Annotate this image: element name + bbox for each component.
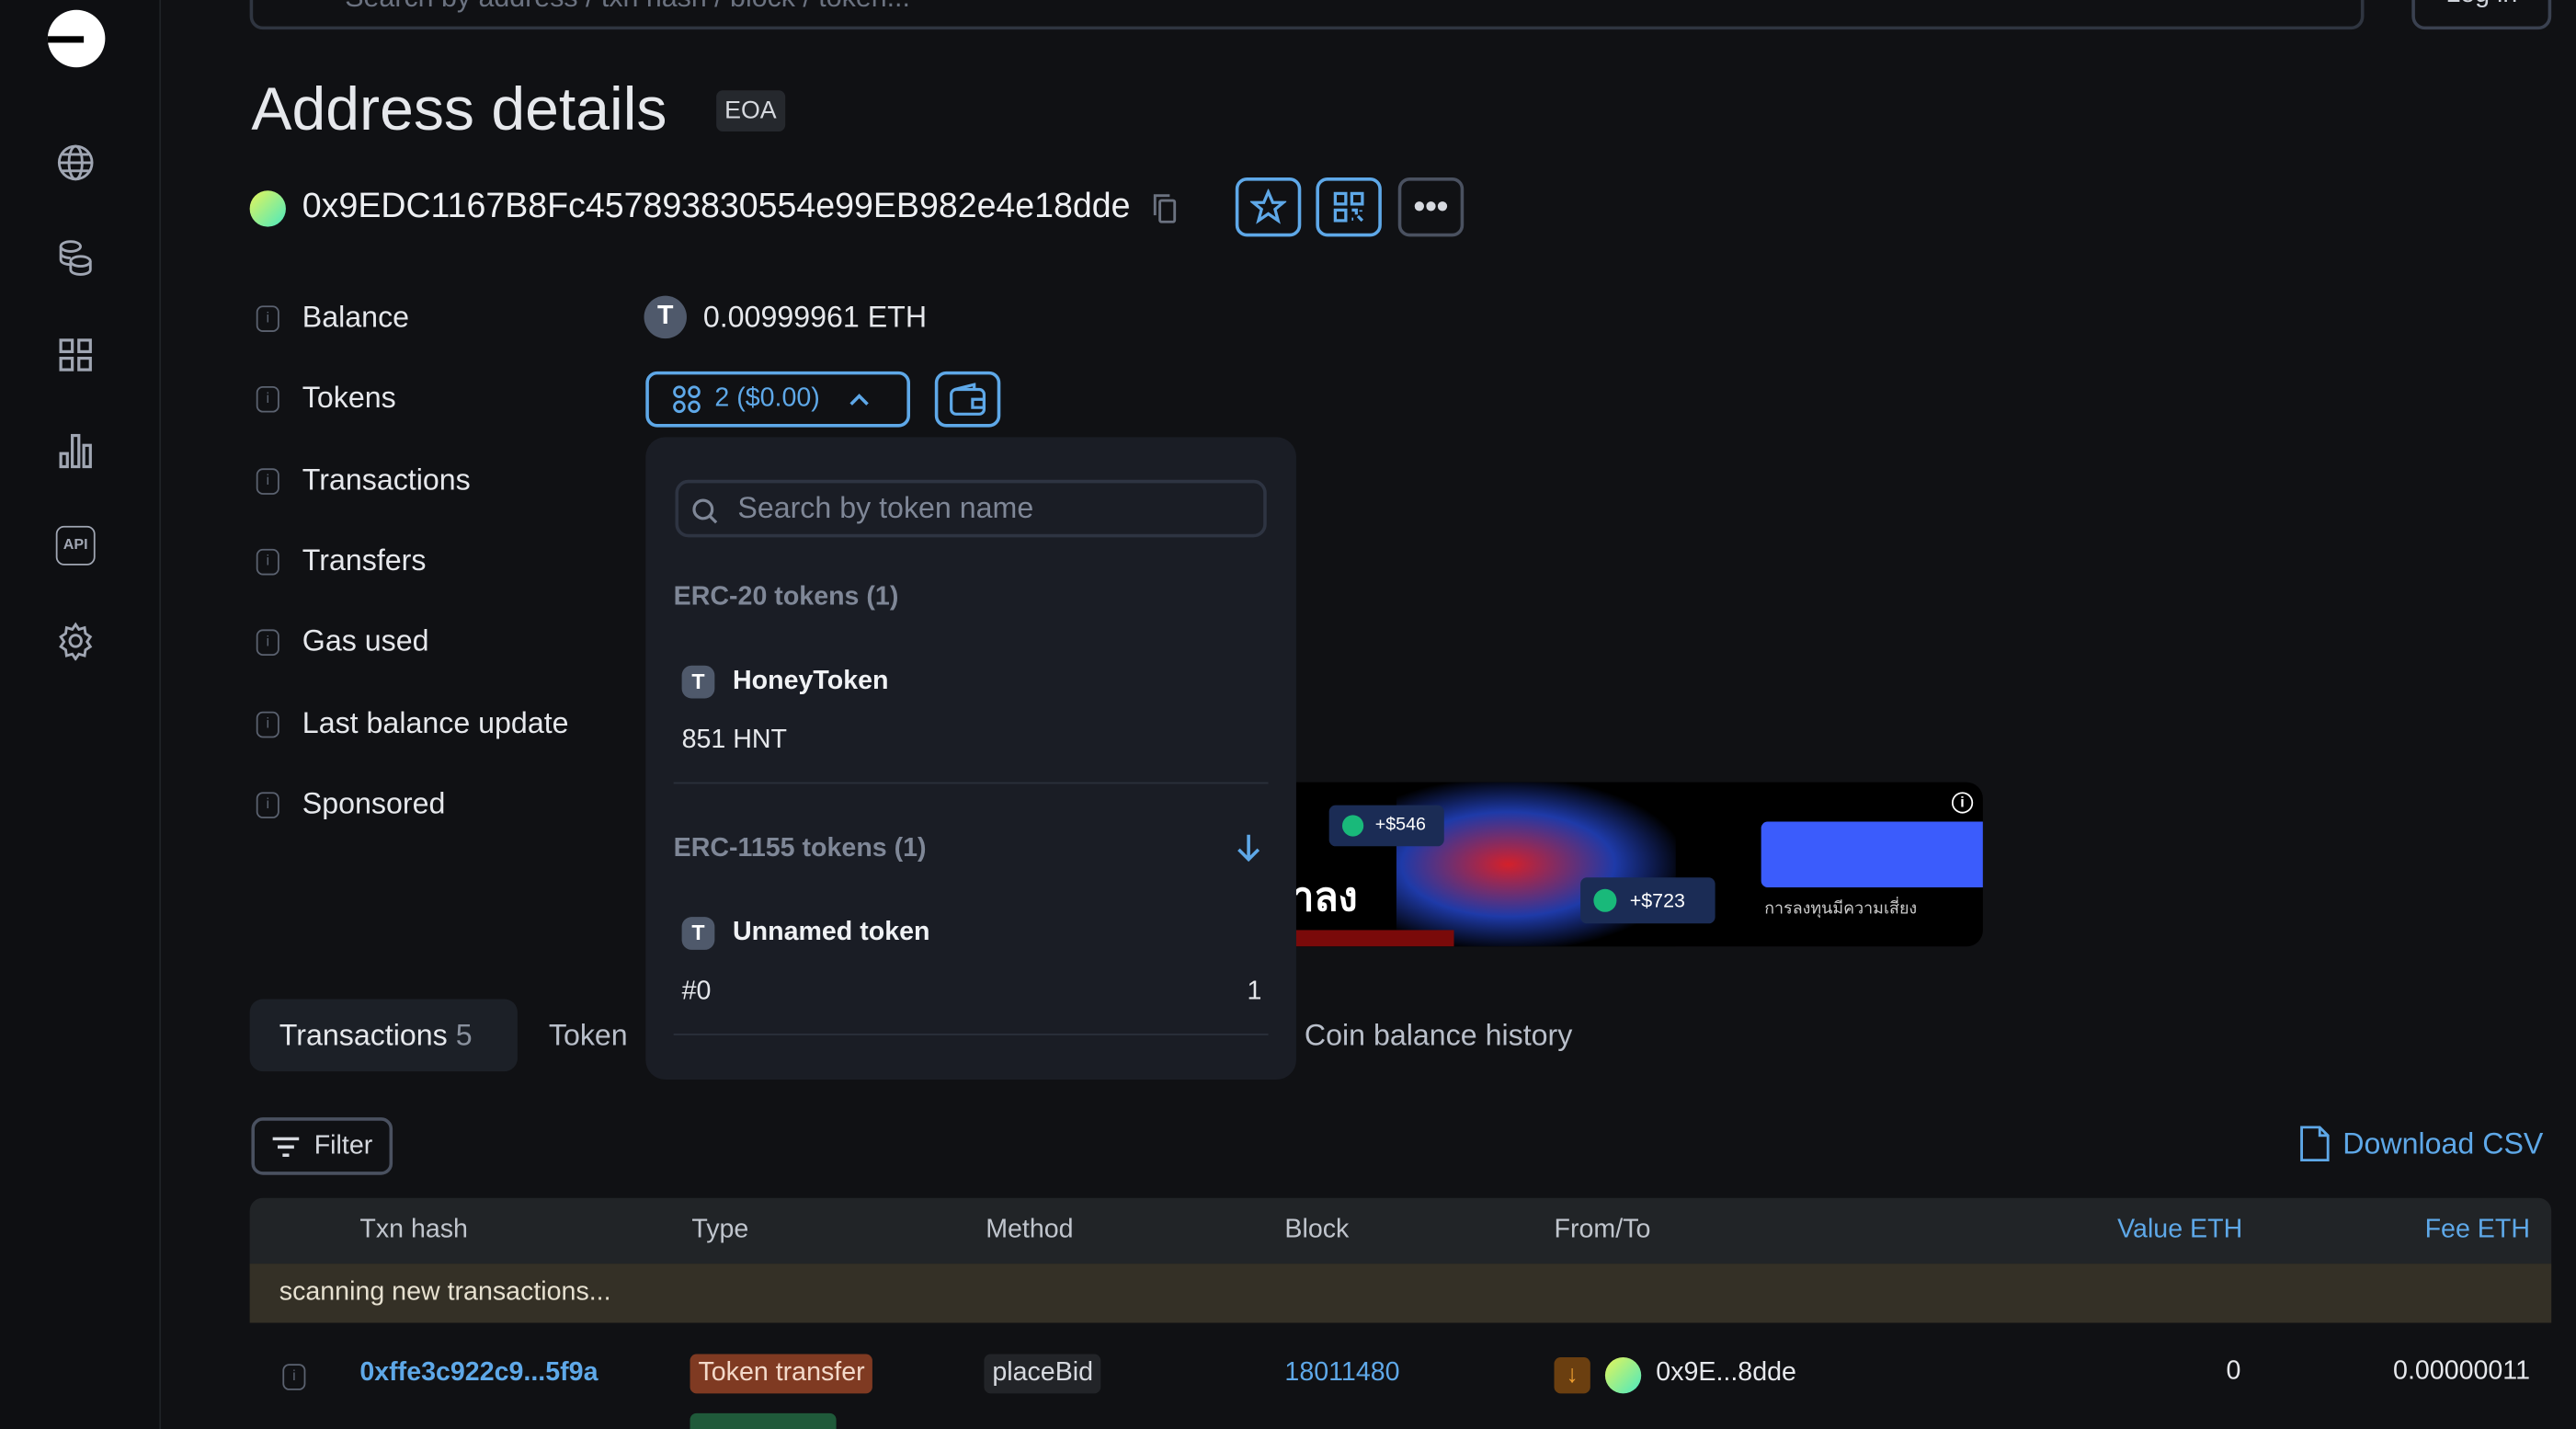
eoa-badge: EOA: [716, 90, 785, 131]
tab-token-transfers[interactable]: Token: [549, 999, 628, 1071]
info-icon[interactable]: i: [256, 468, 279, 495]
search-input[interactable]: Search by address / txn hash / block / t…: [249, 0, 2365, 30]
type-badge: Token transfer: [690, 1354, 873, 1394]
token-name[interactable]: HoneyToken: [733, 668, 888, 697]
search-icon: [692, 498, 718, 524]
balance-value: 0.00999961 ETH: [702, 301, 928, 334]
chart-graphic: [1289, 930, 1454, 947]
address-avatar: [1604, 1357, 1642, 1394]
ad-cta-button[interactable]: [1761, 821, 1983, 887]
info-icon[interactable]: i: [256, 629, 279, 657]
filter-icon: [273, 1136, 300, 1157]
watchlist-star-button[interactable]: [1235, 177, 1302, 237]
value-eth: 0: [2226, 1357, 2241, 1386]
eth-token-icon: T: [644, 295, 687, 339]
info-icon[interactable]: i: [256, 711, 279, 738]
status-badge: [690, 1412, 837, 1429]
star-icon: [1249, 189, 1287, 224]
divider: [673, 782, 1269, 784]
token-name[interactable]: Unnamed token: [733, 919, 929, 948]
token-id: #0: [681, 977, 712, 1006]
scanning-notice: scanning new transactions...: [249, 1263, 2552, 1323]
token-icon: T: [681, 665, 715, 699]
tokens-dropdown-button[interactable]: 2 ($0.00): [645, 371, 910, 428]
tokens-dropdown: Search by token name ERC-20 tokens (1) T…: [645, 437, 1296, 1080]
tokens-icon: [673, 385, 701, 414]
wallet-button[interactable]: [934, 371, 1001, 428]
divider: [673, 1034, 1269, 1035]
fee-eth: 0.00000011: [2393, 1357, 2530, 1386]
address-avatar: [249, 190, 286, 227]
column-value-eth[interactable]: Value ETH: [2117, 1216, 2242, 1245]
erc1155-header: ERC-1155 tokens (1): [673, 834, 927, 863]
api-icon[interactable]: API: [55, 525, 96, 566]
label-sponsored: Sponsored: [302, 786, 446, 820]
ellipsis-icon: •••: [1413, 188, 1449, 224]
method-badge: placeBid: [984, 1354, 1101, 1394]
info-icon[interactable]: i: [256, 792, 279, 818]
column-from-to: From/To: [1554, 1216, 1651, 1244]
token-amount: 851 HNT: [681, 726, 788, 755]
ad-disclaimer: การลงทุนมีความเสี่ยง: [1764, 900, 1918, 919]
column-txn-hash: Txn hash: [359, 1216, 468, 1244]
address-hash: 0x9EDC1167B8Fc457893830554e99EB982e4e18d…: [302, 187, 1131, 225]
label-tokens: Tokens: [302, 381, 396, 415]
login-button[interactable]: Log in: [2411, 0, 2552, 30]
label-balance: Balance: [302, 301, 410, 334]
qr-code-icon: [1333, 191, 1364, 223]
qr-code-button[interactable]: [1316, 177, 1382, 237]
tab-coin-balance-history[interactable]: Coin balance history: [1305, 999, 1572, 1071]
coins-icon[interactable]: [56, 238, 96, 278]
tokens-count: 2 ($0.00): [714, 384, 820, 413]
from-to-address[interactable]: 0x9E...8dde: [1656, 1359, 1796, 1389]
filter-button[interactable]: Filter: [251, 1117, 393, 1175]
label-transfers: Transfers: [302, 543, 427, 577]
erc20-header: ERC-20 tokens (1): [673, 583, 899, 612]
label-transactions: Transactions: [302, 463, 471, 497]
gear-icon[interactable]: [56, 621, 96, 661]
globe-icon[interactable]: [56, 143, 96, 182]
column-fee-eth[interactable]: Fee ETH: [2425, 1216, 2530, 1245]
info-icon[interactable]: i: [282, 1364, 306, 1390]
table-header: Txn hash Type Method Block From/To Value…: [249, 1197, 2552, 1264]
info-icon[interactable]: i: [256, 548, 279, 576]
block-link[interactable]: 18011480: [1284, 1359, 1399, 1389]
logo[interactable]: [47, 9, 106, 68]
token-amount: 1: [1247, 977, 1262, 1006]
info-icon[interactable]: i: [256, 305, 279, 332]
info-icon[interactable]: i: [256, 385, 279, 413]
column-type: Type: [691, 1216, 749, 1244]
chevron-up-icon: [849, 394, 869, 406]
txn-hash-link[interactable]: 0xffe3c922c9...5f9a: [359, 1359, 598, 1389]
page-title: Address details: [251, 75, 667, 143]
wallet-icon: [950, 383, 986, 416]
arrow-down-icon[interactable]: [1236, 833, 1262, 863]
column-block: Block: [1284, 1216, 1350, 1244]
ad-info-icon[interactable]: i: [1951, 792, 1974, 814]
incoming-arrow-icon: ↓: [1554, 1357, 1590, 1394]
token-search-input[interactable]: Search by token name: [675, 479, 1267, 538]
tab-transactions[interactable]: Transactions 5: [249, 999, 518, 1072]
apps-grid-icon[interactable]: [56, 336, 96, 375]
label-gas-used: Gas used: [302, 624, 429, 657]
more-options-button[interactable]: •••: [1397, 177, 1465, 237]
copy-icon[interactable]: [1153, 194, 1177, 223]
token-icon: T: [681, 917, 715, 950]
bar-chart-icon[interactable]: [56, 430, 96, 470]
sidebar: API: [0, 0, 162, 1429]
csv-file-icon: [2300, 1126, 2330, 1162]
ad-chip: +$723: [1580, 877, 1715, 924]
ad-chip: +$546: [1328, 805, 1444, 847]
download-csv-button[interactable]: Download CSV: [2300, 1126, 2543, 1162]
label-last-balance-update: Last balance update: [302, 706, 569, 740]
column-method: Method: [986, 1216, 1074, 1244]
